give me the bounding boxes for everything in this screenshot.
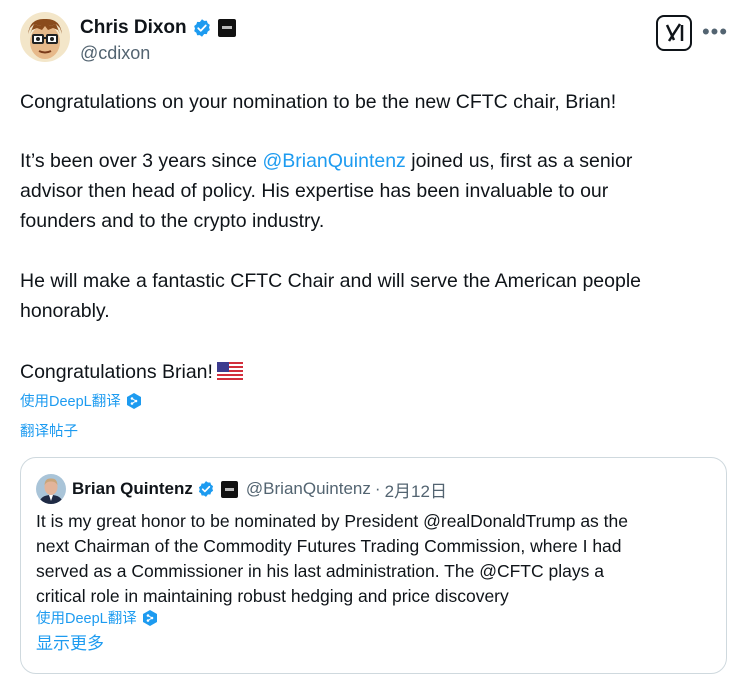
tweet-line: founders and to the crypto industry. — [20, 210, 325, 232]
affiliation-badge-icon[interactable] — [220, 480, 238, 498]
translate-deepl-label[interactable]: 使用DeepL翻译 — [20, 394, 121, 410]
mention-link[interactable]: @BrianQuintenz — [262, 150, 405, 172]
tweet-text: Congratulations Brian! — [20, 361, 213, 383]
verified-badge-icon — [198, 481, 213, 497]
tweet-line: honorably. — [20, 300, 110, 322]
deepl-icon — [142, 610, 157, 626]
meta-separator: · — [374, 479, 381, 498]
author-avatar[interactable] — [20, 12, 70, 62]
translate-deepl-link[interactable]: 使用DeepL翻译 — [20, 392, 143, 412]
tweet-line: It’s been over 3 years since @BrianQuint… — [20, 146, 725, 176]
quote-text-line: served as a Commissioner in his last adm… — [36, 561, 604, 581]
quote-author-avatar[interactable] — [36, 474, 66, 504]
quote-text-line: critical role in maintaining robust hedg… — [36, 586, 509, 606]
translate-deepl-label[interactable]: 使用DeepL翻译 — [36, 611, 137, 627]
tweet-paragraph-4: Congratulations Brian! — [20, 357, 725, 387]
quote-header: Brian Quintenz @BrianQuintenz · 2月12日 — [72, 477, 447, 501]
grok-icon[interactable] — [656, 15, 692, 51]
show-more-link[interactable]: 显示更多 — [36, 632, 104, 656]
affiliation-badge-icon[interactable] — [217, 19, 236, 37]
quote-author-handle[interactable]: @BrianQuintenz — [246, 479, 371, 499]
quote-text-line: next Chairman of the Commodity Futures T… — [36, 536, 622, 556]
author-name-row: Chris Dixon — [80, 16, 236, 40]
us-flag-icon — [216, 362, 243, 380]
tweet-paragraph-1: Congratulations on your nomination to be… — [20, 91, 617, 113]
tweet-text: It’s been over 3 years since — [20, 150, 263, 172]
tweet-paragraph-3: He will make a fantastic CFTC Chair and … — [20, 266, 725, 326]
quote-translate-deepl-link[interactable]: 使用DeepL翻译 — [36, 609, 159, 629]
tweet-line: advisor then head of policy. His experti… — [20, 180, 609, 202]
tweet-line: He will make a fantastic CFTC Chair and … — [20, 270, 642, 292]
quote-text-line: It is my great honor to be nominated by … — [36, 511, 629, 531]
tweet-text: joined us, first as a senior — [405, 150, 633, 172]
quote-author-name[interactable]: Brian Quintenz — [72, 479, 193, 499]
tweet-paragraph-2: It’s been over 3 years since @BrianQuint… — [20, 146, 725, 236]
author-handle[interactable]: @cdixon — [80, 41, 150, 65]
more-options-icon[interactable]: ••• — [700, 18, 730, 46]
quote-date[interactable]: 2月12日 — [385, 477, 447, 502]
translate-post-link[interactable]: 翻译帖子 — [20, 422, 78, 442]
deepl-icon — [126, 393, 141, 409]
author-name[interactable]: Chris Dixon — [80, 16, 187, 40]
verified-badge-icon — [193, 19, 210, 37]
